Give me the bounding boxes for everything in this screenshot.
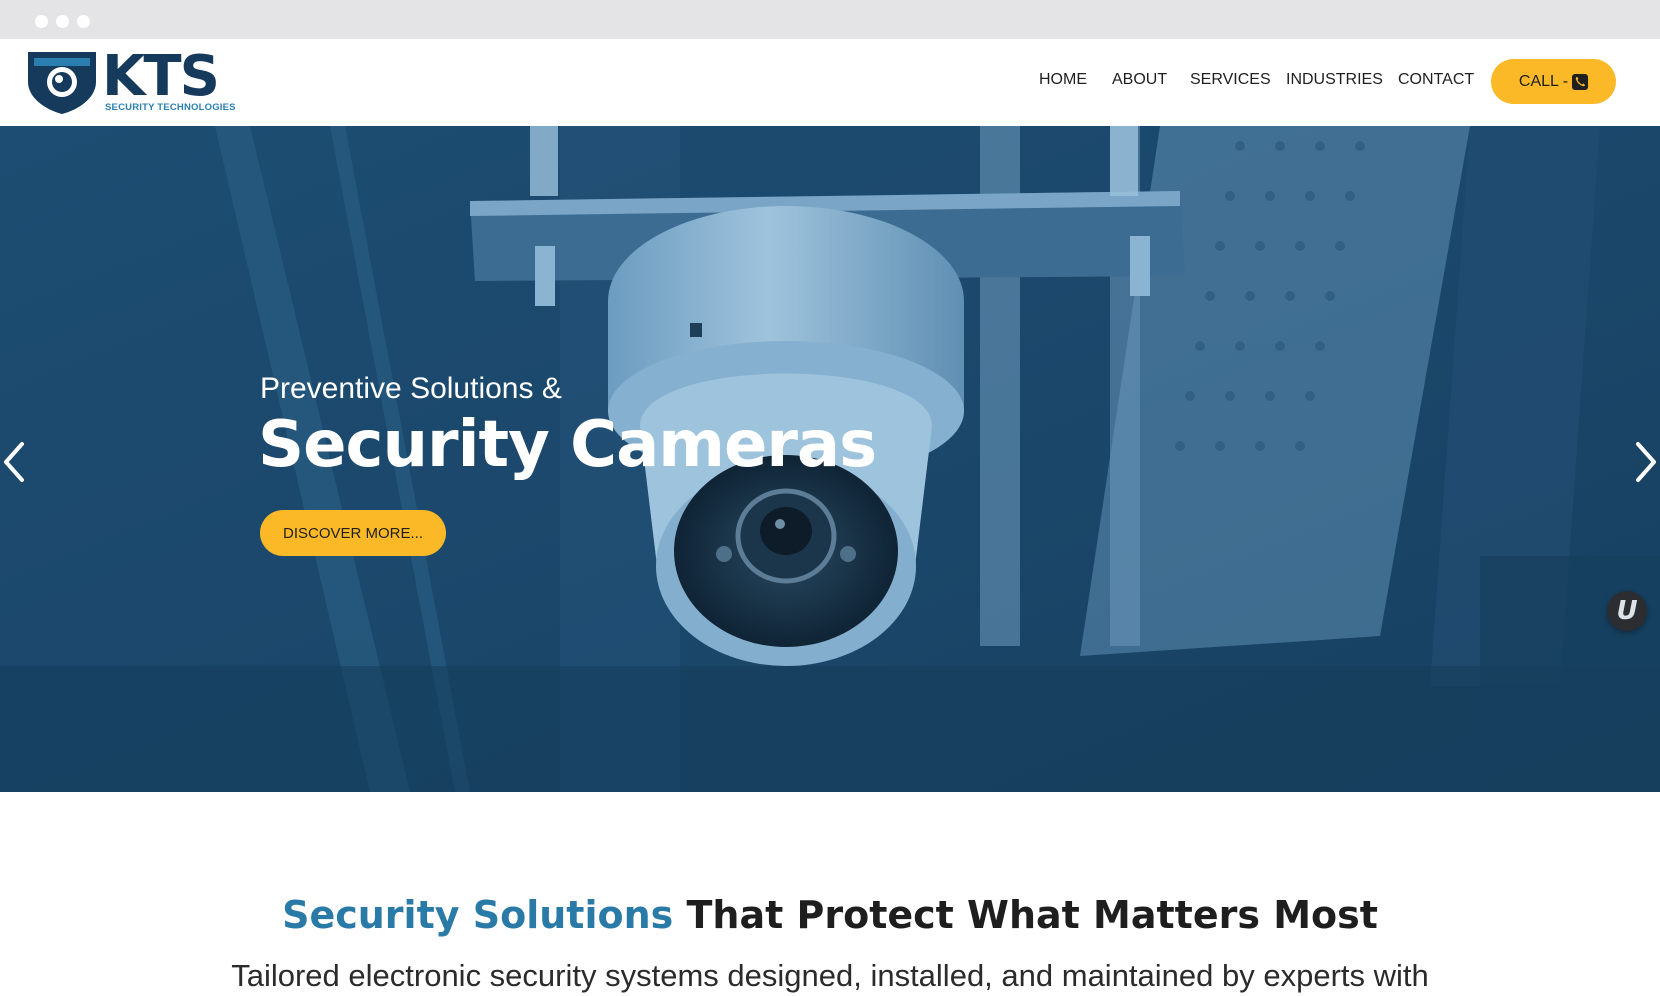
nav-item-about[interactable]: ABOUT bbox=[1112, 71, 1167, 89]
section-heading-accent: Security Solutions bbox=[282, 893, 674, 937]
nav-item-home[interactable]: HOME bbox=[1039, 71, 1087, 89]
brand-tagline: SECURITY TECHNOLOGIES bbox=[105, 102, 236, 113]
window-dot-icon bbox=[77, 15, 90, 28]
slider-prev-button[interactable] bbox=[0, 440, 30, 484]
slider-next-button[interactable] bbox=[1630, 440, 1660, 484]
nav-item-contact[interactable]: CONTACT bbox=[1398, 71, 1474, 89]
phone-icon bbox=[1572, 73, 1589, 90]
site-header: KTS SECURITY TECHNOLOGIES HOME ABOUT SER… bbox=[0, 39, 1660, 126]
browser-chrome bbox=[0, 0, 1660, 39]
section-description: Tailored electronic security systems des… bbox=[231, 958, 1429, 993]
discover-more-button[interactable]: DISCOVER MORE... bbox=[260, 510, 446, 556]
accessibility-widget-button[interactable]: U bbox=[1607, 591, 1647, 631]
call-button-label: CALL - bbox=[1518, 72, 1569, 90]
section-heading: Security Solutions That Protect What Mat… bbox=[0, 893, 1660, 937]
hero-subtitle: Preventive Solutions & bbox=[260, 372, 562, 405]
section-heading-rest: That Protect What Matters Most bbox=[673, 893, 1378, 937]
hero-slider: Preventive Solutions & Security Cameras … bbox=[0, 126, 1660, 792]
nav-item-services[interactable]: SERVICES bbox=[1190, 71, 1271, 89]
site-logo[interactable]: KTS SECURITY TECHNOLOGIES bbox=[26, 44, 236, 118]
window-dot-icon bbox=[56, 15, 69, 28]
nav-item-industries[interactable]: INDUSTRIES bbox=[1286, 71, 1383, 89]
chevron-right-icon bbox=[1636, 442, 1656, 482]
eye-shield-logo-icon bbox=[28, 52, 96, 114]
call-button[interactable]: CALL - bbox=[1491, 59, 1616, 104]
hero-title: Security Cameras bbox=[258, 408, 877, 482]
window-dot-icon bbox=[35, 15, 48, 28]
chevron-left-icon bbox=[4, 442, 24, 482]
